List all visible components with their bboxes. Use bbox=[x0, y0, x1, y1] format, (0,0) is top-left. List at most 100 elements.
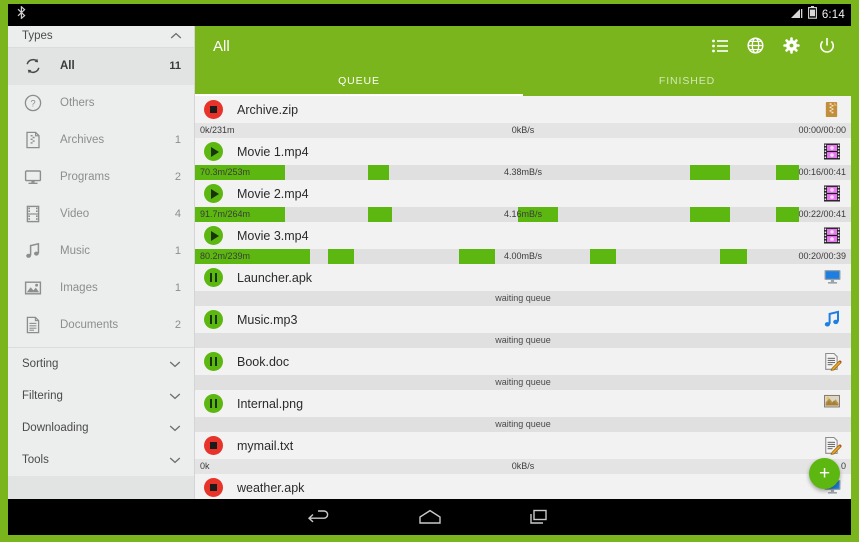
battery-icon bbox=[807, 6, 817, 24]
download-row-header[interactable]: mymail.txt bbox=[195, 432, 851, 459]
table-row[interactable]: Archive.zip 0k/231m 0kB/s 00:00/00:00 bbox=[195, 96, 851, 138]
list-icon[interactable] bbox=[712, 39, 728, 58]
download-filename: Archive.zip bbox=[237, 102, 299, 117]
download-row-header[interactable]: Archive.zip bbox=[195, 96, 851, 123]
table-row[interactable]: Internal.png waiting queue bbox=[195, 390, 851, 432]
download-row-header[interactable]: Launcher.apk bbox=[195, 264, 851, 291]
sidebar: Types All 11? Others Archives 1 Programs 2 Vide… bbox=[8, 26, 195, 499]
chevron-down-icon bbox=[169, 355, 181, 373]
progress-time: 0 bbox=[840, 461, 846, 471]
tab-bar: QUEUE FINISHED bbox=[195, 75, 851, 96]
sidebar-item-all[interactable]: All 11 bbox=[8, 47, 194, 85]
pause-icon[interactable] bbox=[204, 352, 223, 371]
tab-finished[interactable]: FINISHED bbox=[523, 75, 851, 96]
table-row[interactable]: Movie 3.mp4 80.2m/239m 4.00mB/s 00:20/00:39 bbox=[195, 222, 851, 264]
video-icon bbox=[823, 226, 843, 246]
archive-icon bbox=[22, 129, 44, 151]
sidebar-item-label: All bbox=[60, 60, 75, 73]
download-filename: Music.mp3 bbox=[237, 312, 298, 327]
chevron-down-icon bbox=[169, 419, 181, 437]
progress-speed: waiting queue bbox=[495, 419, 551, 429]
progress-speed: waiting queue bbox=[495, 377, 551, 387]
progress-bar: waiting queue bbox=[195, 417, 851, 432]
stop-icon[interactable] bbox=[204, 478, 223, 497]
sidebar-items: All 11? Others Archives 1 Programs 2 Video 4 Musi… bbox=[8, 47, 194, 344]
download-row-header[interactable]: Movie 3.mp4 bbox=[195, 222, 851, 249]
pause-icon[interactable] bbox=[204, 310, 223, 329]
progress-time: 00:16/00:41 bbox=[798, 167, 846, 177]
table-row[interactable]: Music.mp3 waiting queue bbox=[195, 306, 851, 348]
download-row-header[interactable]: Movie 2.mp4 bbox=[195, 180, 851, 207]
progress-speed: 4.16mB/s bbox=[503, 209, 543, 219]
question-icon: ? bbox=[22, 92, 44, 114]
progress-bar: 0k/231m 0kB/s 00:00/00:00 bbox=[195, 123, 851, 138]
download-filename: Book.doc bbox=[237, 354, 290, 369]
progress-time: 00:20/00:39 bbox=[798, 251, 846, 261]
play-icon[interactable] bbox=[204, 184, 223, 203]
svg-text:?: ? bbox=[30, 99, 35, 110]
progress-speed: waiting queue bbox=[495, 293, 551, 303]
sidebar-item-others[interactable]: ? Others bbox=[8, 85, 194, 122]
sidebar-section-tools[interactable]: Tools bbox=[8, 444, 194, 476]
sidebar-item-video[interactable]: Video 4 bbox=[8, 196, 194, 233]
download-row-header[interactable]: Internal.png bbox=[195, 390, 851, 417]
recents-icon[interactable] bbox=[485, 509, 595, 525]
document-icon bbox=[22, 314, 44, 336]
table-row[interactable]: Launcher.apk waiting queue bbox=[195, 264, 851, 306]
table-row[interactable]: weather.apk bbox=[195, 474, 851, 499]
pause-icon[interactable] bbox=[204, 394, 223, 413]
sidebar-item-images[interactable]: Images 1 bbox=[8, 270, 194, 307]
sidebar-item-documents[interactable]: Documents 2 bbox=[8, 307, 194, 344]
home-icon[interactable] bbox=[375, 509, 485, 525]
video-icon bbox=[823, 184, 843, 204]
sidebar-section-filtering[interactable]: Filtering bbox=[8, 380, 194, 412]
play-icon[interactable] bbox=[204, 142, 223, 161]
pause-icon[interactable] bbox=[204, 268, 223, 287]
download-row-header[interactable]: Movie 1.mp4 bbox=[195, 138, 851, 165]
sidebar-item-count: 1 bbox=[174, 282, 181, 295]
sidebar-item-count: 2 bbox=[174, 171, 181, 184]
play-icon[interactable] bbox=[204, 226, 223, 245]
app-bar: All QUEUE FINISHED bbox=[195, 26, 851, 96]
status-bar-left bbox=[16, 5, 27, 24]
app-root: 6:14 Types All 11? Others Archives 1 Programs… bbox=[0, 0, 859, 542]
download-row-header[interactable]: Music.mp3 bbox=[195, 306, 851, 333]
table-row[interactable]: Movie 1.mp4 70.3m/253m 4.38mB/s 00:16/00:41 bbox=[195, 138, 851, 180]
download-row-header[interactable]: Book.doc bbox=[195, 348, 851, 375]
app-bar-actions bbox=[712, 37, 835, 59]
sidebar-item-music[interactable]: Music 1 bbox=[8, 233, 194, 270]
sidebar-item-label: Others bbox=[60, 97, 95, 110]
progress-time: 00:00/00:00 bbox=[798, 125, 846, 135]
download-list[interactable]: Archive.zip 0k/231m 0kB/s 00:00/00:00 Movie … bbox=[195, 96, 851, 499]
sidebar-types-header[interactable]: Types bbox=[8, 26, 194, 48]
download-row-header[interactable]: weather.apk bbox=[195, 474, 851, 499]
table-row[interactable]: Movie 2.mp4 91.7m/264m 4.16mB/s 00:22/00:41 bbox=[195, 180, 851, 222]
gear-icon[interactable] bbox=[783, 37, 800, 59]
picture-icon bbox=[823, 394, 843, 414]
download-filename: Movie 2.mp4 bbox=[237, 186, 309, 201]
tab-queue[interactable]: QUEUE bbox=[195, 75, 523, 96]
sidebar-item-count: 1 bbox=[174, 245, 181, 258]
table-row[interactable]: mymail.txt 0k 0kB/s 0 bbox=[195, 432, 851, 474]
monitor-icon bbox=[22, 166, 44, 188]
download-filename: weather.apk bbox=[237, 480, 305, 495]
sidebar-section-sorting[interactable]: Sorting bbox=[8, 348, 194, 380]
sidebar-types-label: Types bbox=[22, 30, 53, 43]
progress-bar: waiting queue bbox=[195, 375, 851, 390]
power-icon[interactable] bbox=[819, 37, 835, 59]
stop-icon[interactable] bbox=[204, 100, 223, 119]
add-download-fab[interactable]: + bbox=[809, 458, 840, 489]
sidebar-sections: Sorting Filtering Downloading Tools bbox=[8, 348, 194, 476]
sidebar-item-programs[interactable]: Programs 2 bbox=[8, 159, 194, 196]
table-row[interactable]: Book.doc waiting queue bbox=[195, 348, 851, 390]
main-panel: All QUEUE FINISHED Archive.zip 0k/231m 0… bbox=[195, 26, 851, 499]
sidebar-item-archives[interactable]: Archives 1 bbox=[8, 122, 194, 159]
sidebar-section-downloading[interactable]: Downloading bbox=[8, 412, 194, 444]
back-icon[interactable] bbox=[265, 509, 375, 525]
progress-bar: 80.2m/239m 4.00mB/s 00:20/00:39 bbox=[195, 249, 851, 264]
sidebar-item-label: Music bbox=[60, 245, 91, 258]
progress-bar: 91.7m/264m 4.16mB/s 00:22/00:41 bbox=[195, 207, 851, 222]
stop-icon[interactable] bbox=[204, 436, 223, 455]
progress-bar: waiting queue bbox=[195, 333, 851, 348]
globe-icon[interactable] bbox=[747, 37, 764, 59]
